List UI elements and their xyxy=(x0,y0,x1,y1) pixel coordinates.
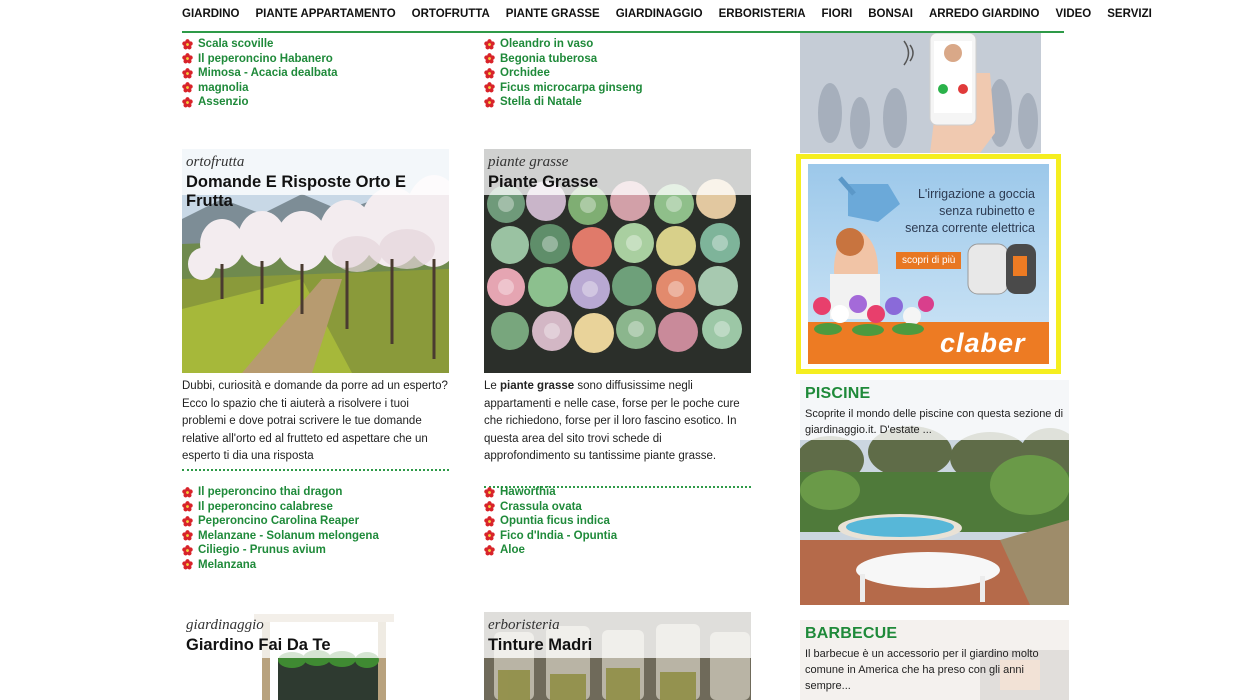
flower-bullet-icon xyxy=(182,487,193,498)
nav-item-ortofrutta[interactable]: ORTOFRUTTA xyxy=(412,8,490,20)
nav-item-giardino[interactable]: GIARDINO xyxy=(182,8,240,20)
list-item[interactable]: Scala scoville xyxy=(182,37,449,52)
list-item[interactable]: Haworthia xyxy=(484,485,751,500)
list-item[interactable]: Fico d'India - Opuntia xyxy=(484,529,751,544)
nav-item-servizi[interactable]: SERVIZI xyxy=(1107,8,1152,20)
nav-menu: GIARDINO PIANTE APPARTAMENTO ORTOFRUTTA … xyxy=(182,8,1168,20)
claber-ad-content: L'irrigazione a goccia senza rubinetto e… xyxy=(808,164,1049,364)
piante-top-links: Oleandro in vaso Begonia tuberosa Orchid… xyxy=(484,37,751,110)
flower-bullet-icon xyxy=(484,516,495,527)
flower-bullet-icon xyxy=(182,516,193,527)
list-item[interactable]: Crassula ovata xyxy=(484,500,751,515)
nav-item-giardinaggio[interactable]: GIARDINAGGIO xyxy=(616,8,703,20)
ortofrutta-card: ortofrutta Domande E Risposte Orto E Fru… xyxy=(182,149,449,471)
nav-item-erboristeria[interactable]: ERBORISTERIA xyxy=(719,8,806,20)
card-image-tinctures[interactable]: erboristeria Tinture Madri xyxy=(484,612,751,700)
list-item[interactable]: Orchidee xyxy=(484,66,751,81)
flower-bullet-icon xyxy=(484,68,495,79)
flower-bullet-icon xyxy=(182,39,193,50)
nav-item-video[interactable]: VIDEO xyxy=(1055,8,1091,20)
flower-bullet-icon xyxy=(484,53,495,64)
dotted-divider xyxy=(182,468,449,471)
flower-bullet-icon xyxy=(182,545,193,556)
phone-ad-image xyxy=(800,33,1041,153)
list-item[interactable]: Opuntia ficus indica xyxy=(484,514,751,529)
flower-bullet-icon xyxy=(484,487,495,498)
card-title[interactable]: Domande E Risposte Orto E Frutta xyxy=(186,173,449,211)
list-item[interactable]: Melanzana xyxy=(182,558,449,573)
barbecue-heading[interactable]: BARBECUE xyxy=(805,625,897,643)
list-item[interactable]: Il peperoncino thai dragon xyxy=(182,485,449,500)
flower-bullet-icon xyxy=(182,530,193,541)
card-category: piante grasse xyxy=(488,154,569,170)
list-item[interactable]: Ficus microcarpa ginseng xyxy=(484,81,751,96)
ad-headline: L'irrigazione a goccia senza rubinetto e… xyxy=(905,187,1035,235)
flower-bullet-icon xyxy=(484,501,495,512)
list-item[interactable]: Oleandro in vaso xyxy=(484,37,751,52)
card-title[interactable]: Tinture Madri xyxy=(488,636,592,655)
piscine-card[interactable]: PISCINE Scoprite il mondo delle piscine … xyxy=(800,380,1069,605)
card-description: Dubbi, curiosità e domande da porre ad u… xyxy=(182,380,448,463)
card-description: Le piante grasse sono diffusissime negli… xyxy=(484,380,740,463)
list-item[interactable]: Ciliegio - Prunus avium xyxy=(182,543,449,558)
list-item[interactable]: Peperoncino Carolina Reaper xyxy=(182,514,449,529)
flower-bullet-icon xyxy=(182,501,193,512)
claber-ad-banner[interactable]: L'irrigazione a goccia senza rubinetto e… xyxy=(796,154,1061,374)
flower-bullet-icon xyxy=(182,559,193,570)
nav-divider xyxy=(182,31,1064,33)
nav-item-arredo-giardino[interactable]: ARREDO GIARDINO xyxy=(929,8,1040,20)
giardinaggio-card: giardinaggio Giardino Fai Da Te xyxy=(182,612,449,700)
flower-bullet-icon xyxy=(182,97,193,108)
ad-discover-button[interactable]: scopri di più xyxy=(896,252,962,269)
flower-bullet-icon xyxy=(484,39,495,50)
flower-bullet-icon xyxy=(484,82,495,93)
card-image-succulents[interactable]: piante grasse Piante Grasse xyxy=(484,149,751,373)
card-image-orchard[interactable]: ortofrutta Domande E Risposte Orto E Fru… xyxy=(182,149,449,373)
nav-item-bonsai[interactable]: BONSAI xyxy=(868,8,913,20)
nav-item-piante-appartamento[interactable]: PIANTE APPARTAMENTO xyxy=(256,8,396,20)
top-navigation: GIARDINO PIANTE APPARTAMENTO ORTOFRUTTA … xyxy=(0,0,1250,33)
ortofrutta-links: Il peperoncino thai dragon Il peperoncin… xyxy=(182,485,449,572)
list-item[interactable]: Begonia tuberosa xyxy=(484,52,751,67)
piante-grasse-links: Haworthia Crassula ovata Opuntia ficus i… xyxy=(484,485,751,558)
list-item[interactable]: Melanzane - Solanum melongena xyxy=(182,529,449,544)
card-title[interactable]: Piante Grasse xyxy=(488,173,598,192)
nav-item-piante-grasse[interactable]: PIANTE GRASSE xyxy=(506,8,600,20)
piscine-heading[interactable]: PISCINE xyxy=(805,385,870,403)
list-item[interactable]: magnolia xyxy=(182,81,449,96)
card-category: ortofrutta xyxy=(186,154,245,170)
ortofrutta-top-links: Scala scoville Il peperoncino Habanero M… xyxy=(182,37,449,110)
card-title[interactable]: Giardino Fai Da Te xyxy=(186,636,331,655)
flower-bullet-icon xyxy=(484,545,495,556)
card-image-diy[interactable]: giardinaggio Giardino Fai Da Te xyxy=(182,612,449,700)
flower-bullet-icon xyxy=(182,68,193,79)
list-item[interactable]: Il peperoncino calabrese xyxy=(182,500,449,515)
list-item[interactable]: Aloe xyxy=(484,543,751,558)
keyword-link[interactable]: piante grasse xyxy=(500,380,574,392)
piante-grasse-card: piante grasse Piante Grasse Le piante gr… xyxy=(484,149,751,488)
flower-bullet-icon xyxy=(484,97,495,108)
flower-bullet-icon xyxy=(484,530,495,541)
erboristeria-card: erboristeria Tinture Madri xyxy=(484,612,751,700)
claber-logo: claber xyxy=(940,328,1026,358)
list-item[interactable]: Assenzio xyxy=(182,95,449,110)
flower-bullet-icon xyxy=(182,53,193,64)
barbecue-card[interactable]: BARBECUE Il barbecue è un accessorio per… xyxy=(800,620,1069,700)
list-item[interactable]: Il peperoncino Habanero xyxy=(182,52,449,67)
nav-item-fiori[interactable]: FIORI xyxy=(822,8,853,20)
list-item[interactable]: Stella di Natale xyxy=(484,95,751,110)
list-item[interactable]: Mimosa - Acacia dealbata xyxy=(182,66,449,81)
flower-bullet-icon xyxy=(182,82,193,93)
phone-ad-banner[interactable] xyxy=(800,33,1041,153)
card-category: giardinaggio xyxy=(186,617,264,633)
card-category: erboristeria xyxy=(488,617,560,633)
piscine-text: Scoprite il mondo delle piscine con ques… xyxy=(805,408,1064,436)
barbecue-text: Il barbecue è un accessorio per il giard… xyxy=(805,648,1039,692)
